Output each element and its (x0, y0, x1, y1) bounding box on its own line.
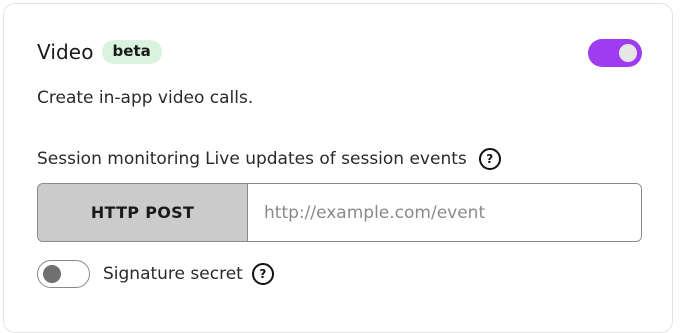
event-url-input[interactable] (248, 184, 641, 241)
session-monitoring-label: Session monitoring (37, 149, 201, 169)
feature-header: Video beta (37, 40, 162, 64)
session-monitoring-label-row: Session monitoring Live updates of sessi… (37, 148, 501, 170)
session-monitoring-endpoint: HTTP POST (37, 183, 642, 242)
video-settings-card: Video beta Create in-app video calls. Se… (3, 3, 673, 333)
beta-badge: beta (101, 40, 162, 64)
signature-secret-row: Signature secret ? (37, 260, 274, 288)
feature-description: Create in-app video calls. (37, 88, 254, 108)
signature-secret-toggle[interactable] (37, 260, 90, 288)
question-circle-icon[interactable]: ? (251, 263, 274, 285)
session-monitoring-description: Live updates of session events (205, 149, 467, 169)
http-method-selector[interactable]: HTTP POST (38, 184, 248, 241)
toggle-knob (619, 44, 637, 62)
signature-secret-label: Signature secret (103, 264, 243, 284)
toggle-knob (43, 265, 61, 283)
video-enabled-toggle[interactable] (588, 39, 642, 67)
feature-title: Video (37, 40, 94, 64)
question-circle-icon[interactable]: ? (478, 148, 501, 170)
